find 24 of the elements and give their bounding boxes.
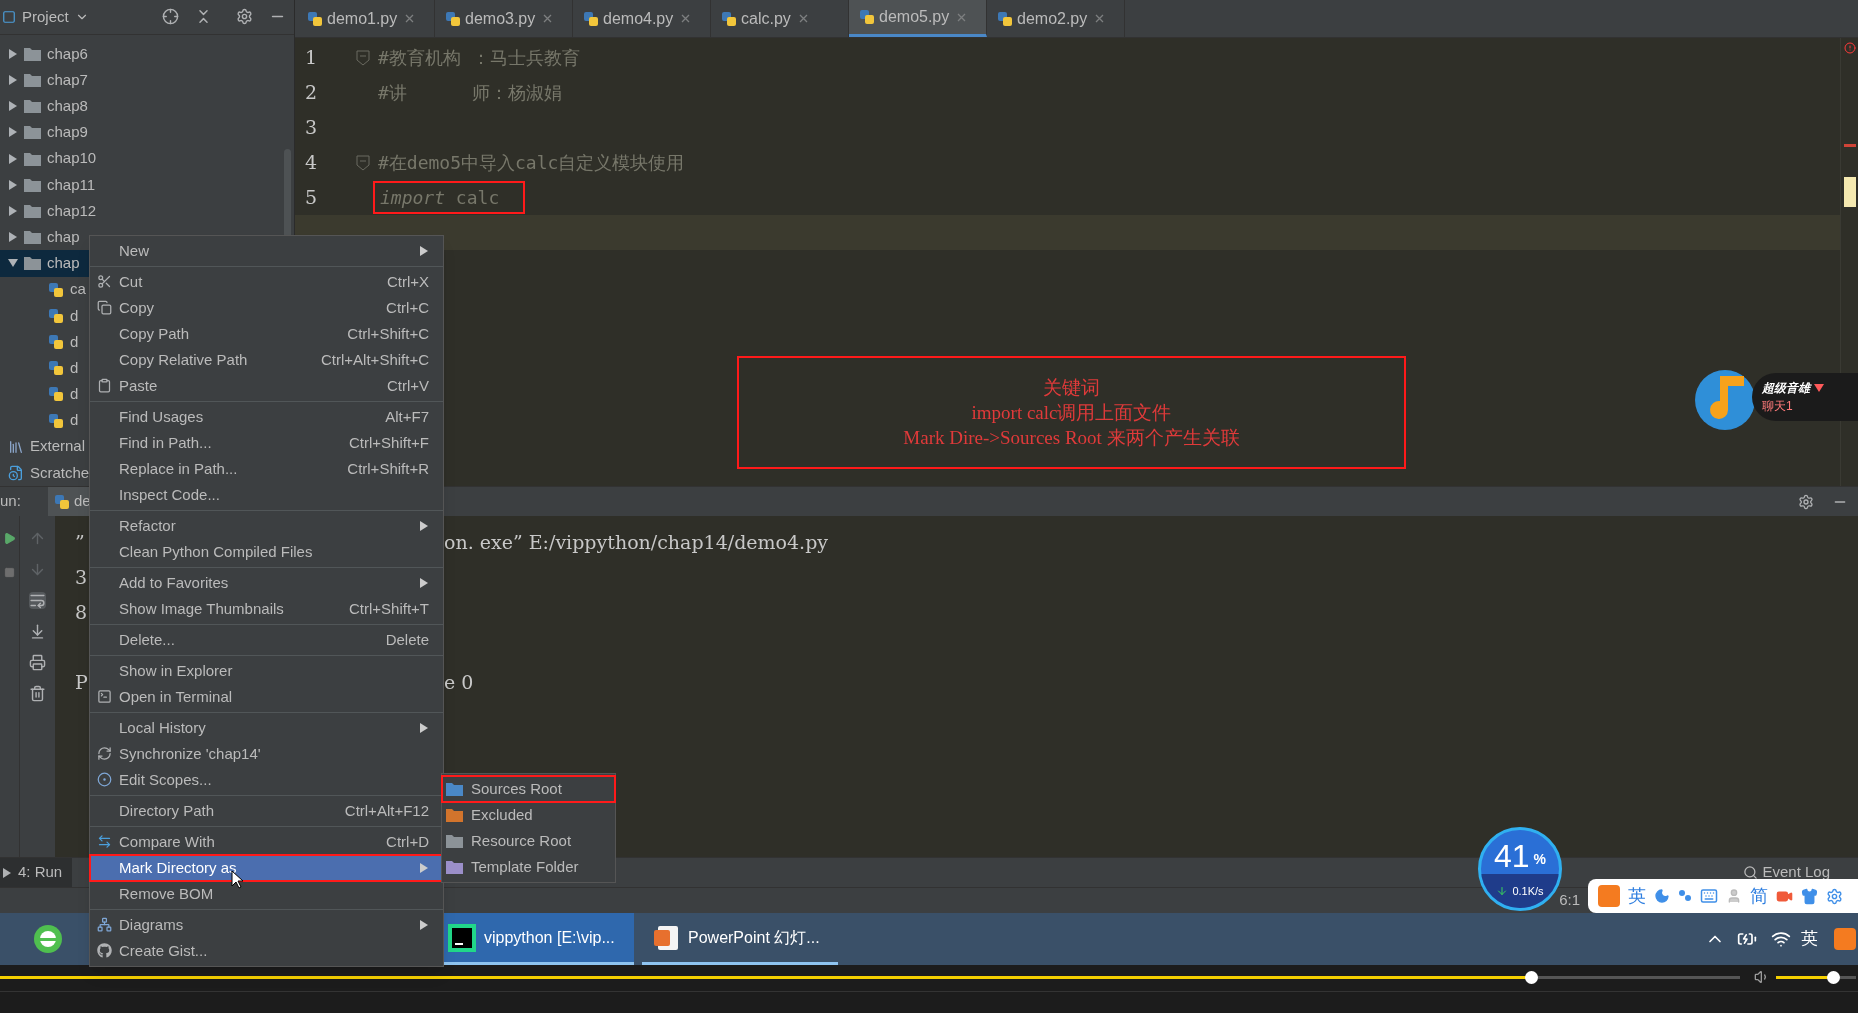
line-number: 5 [305, 185, 318, 211]
network-speed: 0.1K/s [1512, 883, 1544, 899]
note-text: 关键词 [1043, 376, 1100, 400]
console-text: P [75, 670, 88, 696]
console-text: 3 [75, 565, 88, 591]
console-text: on. exe” E:/vippython/chap14/demo4.py [444, 530, 829, 556]
code-line: import calc [380, 186, 500, 210]
code-line: #讲 师：杨淑娟 [378, 81, 562, 105]
popup-subtitle: 聊天1 [1762, 398, 1794, 415]
percent-value: 41 [1493, 838, 1530, 874]
line-number: 2 [305, 80, 318, 106]
console-text: e 0 [444, 670, 474, 696]
run-label: un: [0, 491, 22, 512]
percent-unit: % [1533, 850, 1546, 869]
note-text: Mark Dire->Sources Root 来两个产生关联 [903, 426, 1240, 450]
code-line: #教育机构 ：马士兵教育 [378, 46, 580, 70]
code-line: #在demo5中导入calc自定义模块使用 [378, 151, 685, 175]
popup-title: 超级音雄 [1762, 380, 1810, 397]
line-number: 3 [305, 115, 318, 141]
console-text: ” [75, 530, 85, 556]
line-number: 4 [305, 150, 318, 176]
line-number: 1 [305, 45, 318, 71]
console-text: 8 [75, 600, 88, 626]
note-text: import calc调用上面文件 [971, 401, 1172, 425]
